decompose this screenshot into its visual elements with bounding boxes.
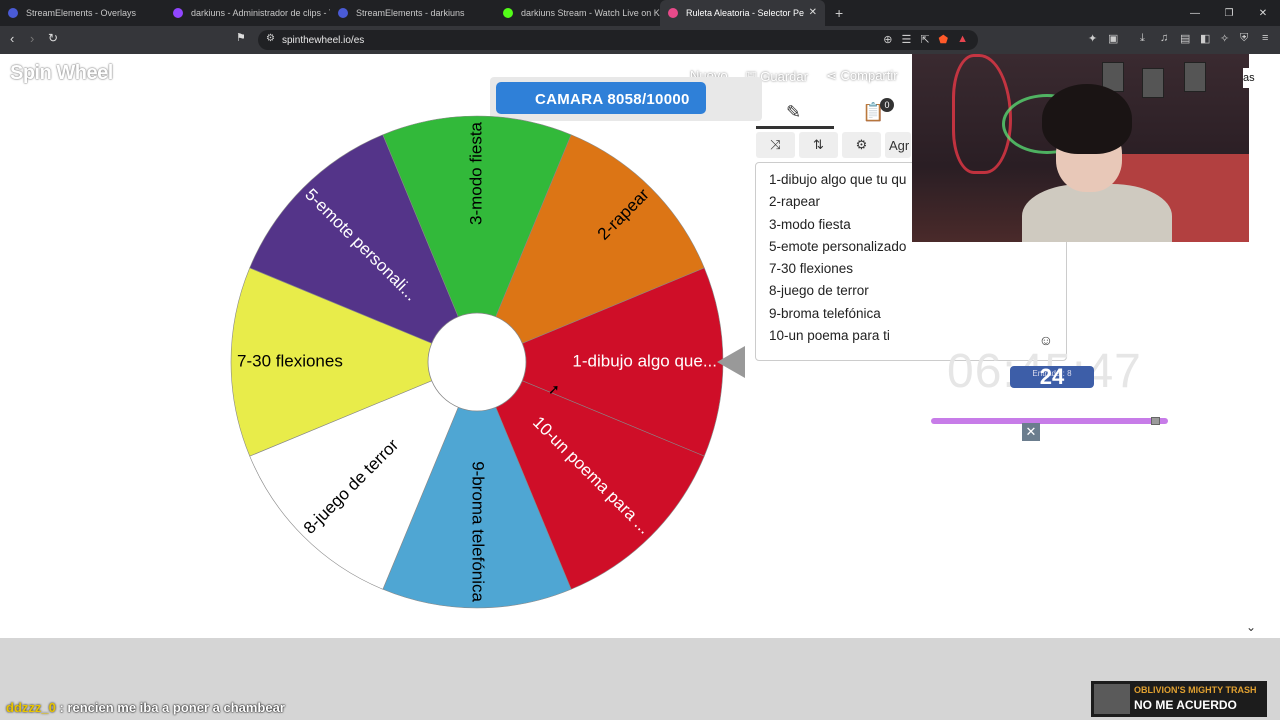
chat-username: ddzzz_0 — [6, 700, 56, 715]
song-title: NO ME ACUERDO — [1134, 698, 1237, 712]
plus-icon[interactable]: + — [835, 5, 843, 21]
chat-message: ddzzz_0 : rencien me iba a poner a chamb… — [6, 700, 285, 715]
vpn-icon[interactable]: ⛨ — [1240, 32, 1248, 45]
share-alt-icon: ⋖ — [825, 68, 837, 83]
app-logo[interactable]: Spin Wheel — [10, 62, 113, 85]
pencil-icon: ✎ — [786, 102, 802, 122]
wheel-pointer-icon — [717, 346, 745, 378]
download-icon[interactable]: ⤓ — [1140, 32, 1145, 45]
entry-line: 7-30 flexiones — [769, 261, 854, 277]
overlay-slider[interactable] — [931, 417, 1168, 425]
browser-tab[interactable]: Ruleta Aleatoria - Selector Pe ✕ — [660, 0, 825, 26]
menu-share-label: Compartir — [840, 68, 898, 83]
shuffle-icon: ⤨ — [770, 137, 781, 152]
results-badge: 0 — [880, 98, 894, 112]
tab-favicon-icon — [173, 8, 183, 18]
webcam-overlay — [912, 54, 1249, 242]
streamer-hair — [1042, 84, 1132, 154]
close-window-icon[interactable]: ✕ — [1246, 0, 1280, 26]
now-playing-widget: OBLIVION'S MIGHTY TRASH NO ME ACUERDO — [1091, 681, 1267, 717]
browser-tab[interactable]: StreamElements - Overlays — [0, 0, 165, 26]
chat-text: : rencien me iba a poner a chambear — [59, 700, 285, 715]
address-bar[interactable]: ⚙ spinthewheel.io/es ⊕ ☰ ⇱ ⬟ ▲ — [258, 30, 978, 50]
stream-footer: ddzzz_0 : rencien me iba a poner a chamb… — [0, 638, 1280, 720]
tab-title: Ruleta Aleatoria - Selector Pe — [686, 8, 805, 18]
browser-toolbar: ‹ › ↻ ⚑ ⚙ spinthewheel.io/es ⊕ ☰ ⇱ ⬟ ▲ ✦… — [0, 26, 1280, 54]
browser-tab[interactable]: darkiuns Stream - Watch Live on Kick — [495, 0, 660, 26]
wallet-icon[interactable]: ◧ — [1200, 32, 1210, 45]
entry-line: 8-juego de terror — [769, 283, 869, 299]
menu-save-label: Guardar — [760, 69, 808, 84]
wheel-svg[interactable]: 1-dibujo algo que...10-un poema para ...… — [230, 115, 724, 609]
media-icon[interactable]: ♫ — [1160, 32, 1168, 44]
window-controls: — ❐ ✕ — [1178, 0, 1280, 26]
share-icon[interactable]: ⇱ — [920, 33, 929, 46]
menu-icon[interactable]: ≡ — [1262, 32, 1268, 44]
tab-title: darkiuns Stream - Watch Live on Kick — [521, 8, 660, 18]
screenshot-icon[interactable]: ▣ — [1108, 32, 1118, 45]
active-tab-indicator — [756, 126, 834, 129]
tab-strip: StreamElements - Overlays darkiuns - Admi… — [0, 0, 825, 26]
gear-icon: ⚙ — [855, 137, 868, 152]
tab-favicon-icon — [8, 8, 18, 18]
wheel-segment-label: 3-modo fiesta — [466, 121, 485, 225]
tab-title: StreamElements - Overlays — [26, 8, 137, 18]
chevron-down-icon[interactable]: ⌄ — [1246, 620, 1256, 634]
minimize-icon[interactable]: — — [1178, 0, 1212, 26]
brave-rewards-icon[interactable]: ▲ — [957, 33, 968, 46]
settings-button[interactable]: ⚙ — [842, 132, 881, 158]
wheel-segment-label: 1-dibujo algo que... — [572, 351, 717, 370]
wheel-segment-label: 7-30 flexiones — [237, 351, 343, 370]
brave-shield-icon[interactable]: ⬟ — [939, 33, 949, 46]
reload-icon[interactable]: ↻ — [48, 31, 58, 45]
tab-favicon-icon — [338, 8, 348, 18]
bookmark-icon[interactable]: ⚑ — [236, 31, 246, 44]
reader-icon[interactable]: ☰ — [901, 33, 911, 46]
zoom-icon[interactable]: ⊕ — [883, 33, 892, 46]
tab-title: StreamElements - darkiuns — [356, 8, 465, 18]
panel-actions: ⤨ ⇅ ⚙ Agr — [756, 132, 911, 158]
panel-tabs: ✎ 📋 0 — [756, 96, 916, 130]
goal-label: CAMARA 8058/10000 — [535, 91, 690, 108]
browser-tab-bar: StreamElements - Overlays darkiuns - Admi… — [0, 0, 1280, 26]
tab-title: darkiuns - Administrador de clips - T — [191, 8, 330, 18]
tab-favicon-icon — [503, 8, 513, 18]
browser-tab[interactable]: darkiuns - Administrador de clips - T — [165, 0, 330, 26]
forward-icon[interactable]: › — [30, 31, 34, 46]
extensions-icon[interactable]: ✦ — [1088, 32, 1097, 45]
entry-counter-value: 24 — [1039, 364, 1065, 389]
shuffle-button[interactable]: ⤨ — [756, 132, 795, 158]
mouse-cursor-icon: ➚ — [548, 381, 560, 397]
sort-button[interactable]: ⇅ — [799, 132, 838, 158]
album-art — [1094, 684, 1130, 714]
spin-wheel[interactable]: 1-dibujo algo que... 10-un poema para ...… — [230, 115, 724, 609]
url-text: spinthewheel.io/es — [282, 34, 365, 46]
tab-edit[interactable]: ✎ — [786, 102, 801, 123]
menu-share[interactable]: ⋖ Compartir — [826, 68, 898, 90]
add-label: Agr — [889, 137, 910, 153]
tab-results[interactable]: 📋 0 — [862, 98, 894, 123]
wheel-hub-button[interactable] — [427, 312, 527, 412]
back-icon[interactable]: ‹ — [10, 31, 14, 46]
streamer — [1022, 84, 1172, 242]
streamer-shirt — [1022, 184, 1172, 242]
add-button[interactable]: Agr — [885, 132, 911, 158]
tab-close-icon[interactable]: ✕ — [809, 7, 817, 18]
entry-counter: Entrada : 8 24 — [1010, 364, 1094, 389]
site-settings-icon[interactable]: ⚙ — [266, 33, 275, 44]
tab-favicon-icon — [668, 8, 678, 18]
entry-line: 9-broma telefónica — [769, 305, 881, 321]
sidebar-icon[interactable]: ▤ — [1180, 32, 1190, 45]
wheel-segment-label: 9-broma telefónica — [469, 461, 488, 602]
song-artist: OBLIVION'S MIGHTY TRASH — [1134, 685, 1257, 695]
close-icon[interactable]: ✕ — [1022, 423, 1040, 441]
restore-icon[interactable]: ❐ — [1212, 0, 1246, 26]
poster — [1184, 62, 1206, 92]
address-bar-icons: ⊕ ☰ ⇱ ⬟ ▲ — [883, 33, 968, 46]
slider-handle[interactable] — [1151, 417, 1161, 425]
webcam-tag: as — [1243, 68, 1267, 88]
sort-icon: ⇅ — [813, 137, 824, 152]
browser-tab[interactable]: StreamElements - darkiuns — [330, 0, 495, 26]
leo-icon[interactable]: ✧ — [1220, 32, 1229, 45]
